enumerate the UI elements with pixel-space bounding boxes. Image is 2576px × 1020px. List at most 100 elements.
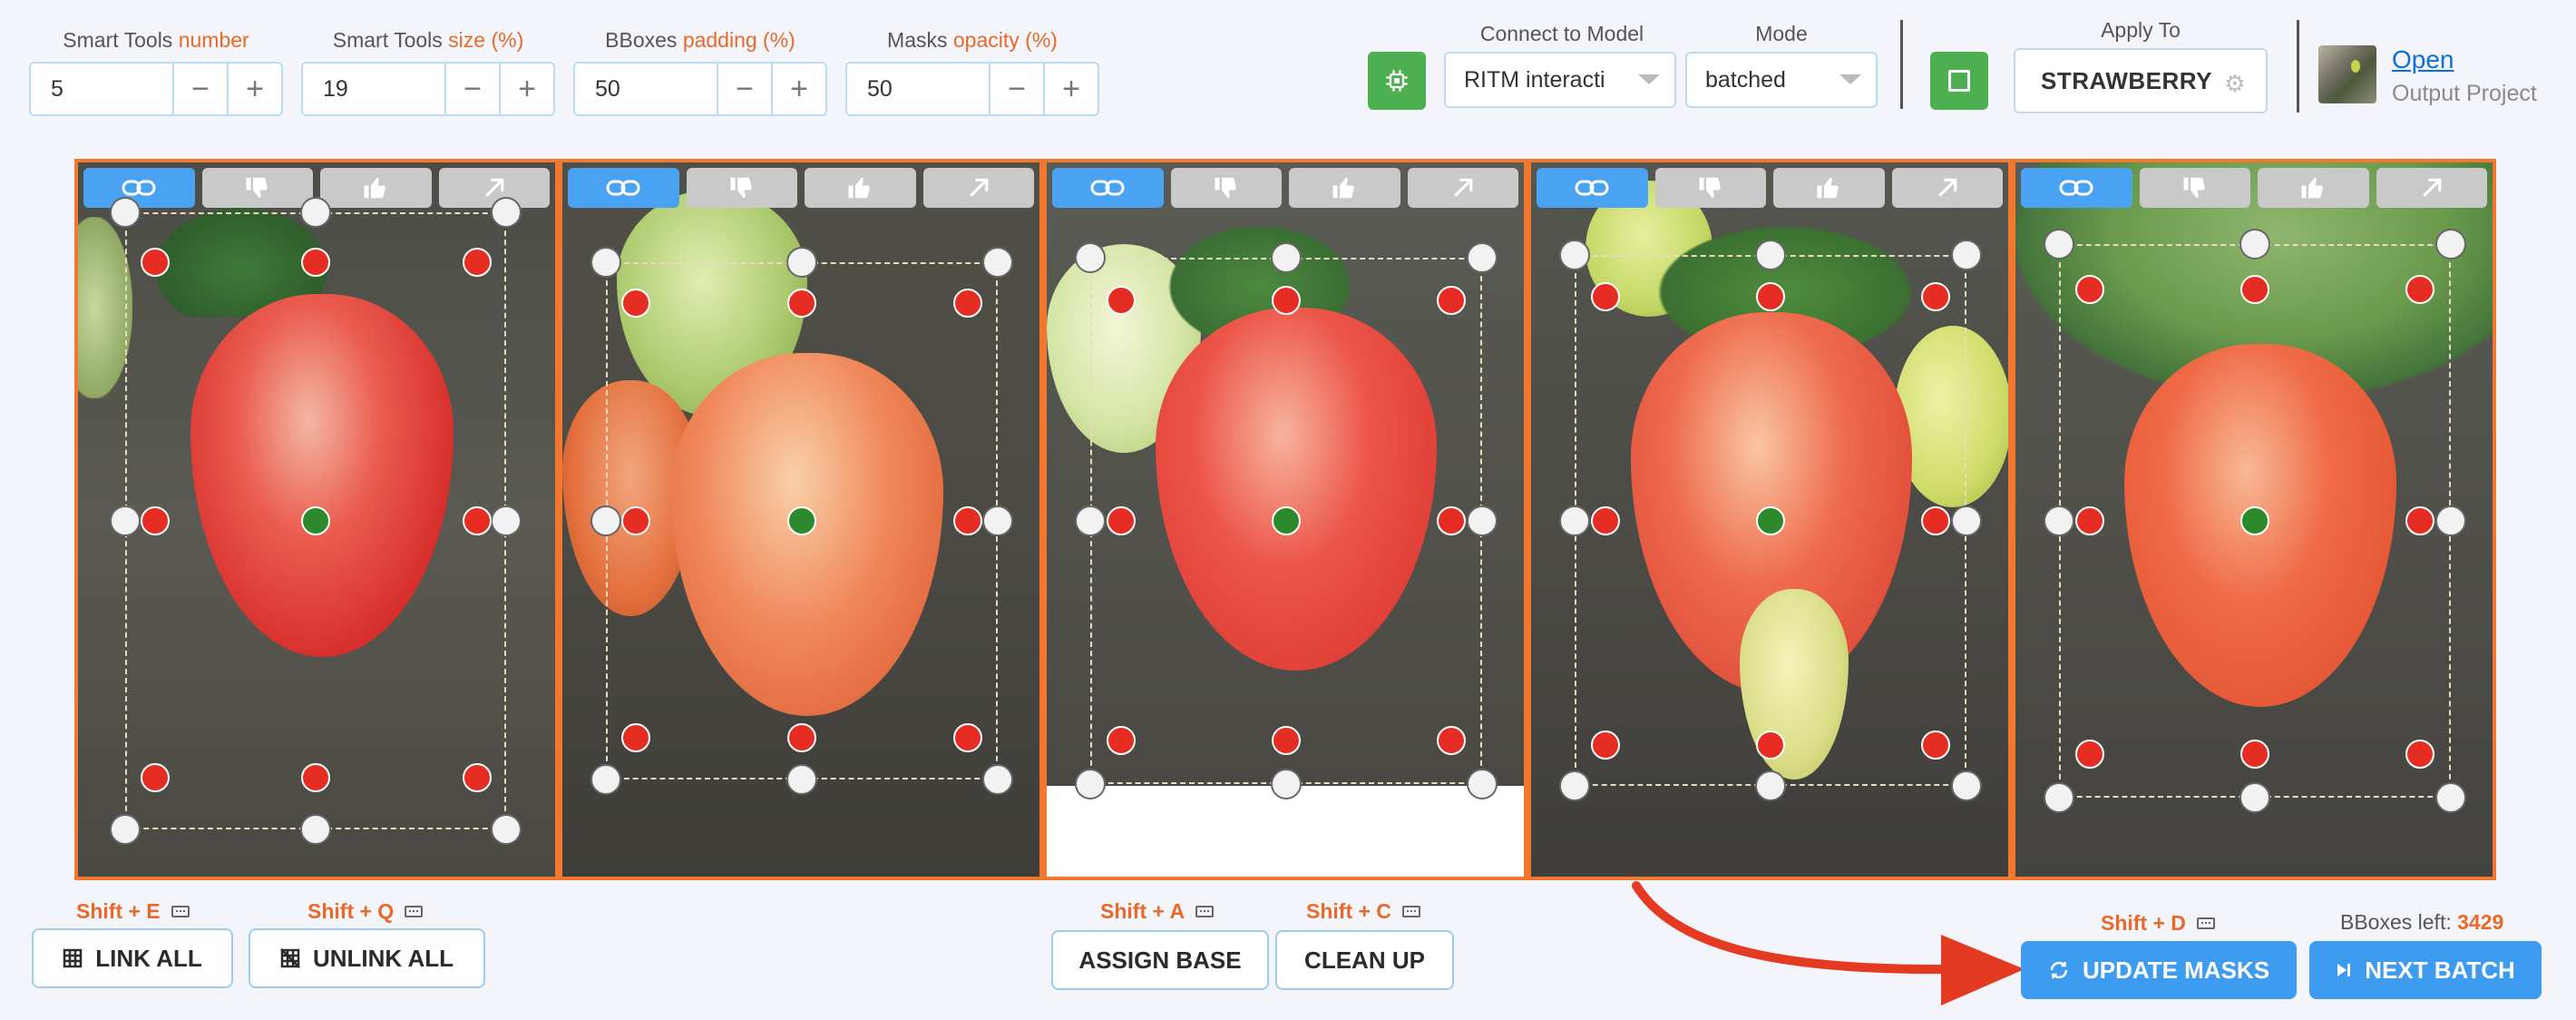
negative-point[interactable] <box>1591 282 1620 311</box>
bbox-handle[interactable] <box>1075 505 1106 536</box>
negative-point[interactable] <box>1272 286 1301 315</box>
link-all-button[interactable]: LINK ALL <box>32 928 233 988</box>
bbox-handle[interactable] <box>300 814 331 845</box>
negative-point[interactable] <box>1272 726 1301 755</box>
decrement-button[interactable]: − <box>444 64 499 114</box>
expand-button[interactable] <box>1407 168 1518 208</box>
negative-point[interactable] <box>953 289 982 318</box>
bbox-handle[interactable] <box>1075 769 1106 799</box>
negative-point[interactable] <box>1107 506 1136 535</box>
negative-point[interactable] <box>1756 282 1785 311</box>
negative-point[interactable] <box>301 763 330 792</box>
positive-point[interactable] <box>1756 506 1785 535</box>
decrement-button[interactable]: − <box>717 64 771 114</box>
bbox-handle[interactable] <box>590 764 621 795</box>
mode-select[interactable]: batched <box>1685 52 1878 108</box>
negative-point[interactable] <box>953 723 982 752</box>
negative-point[interactable] <box>621 723 650 752</box>
negative-point[interactable] <box>2405 740 2435 769</box>
image-panel[interactable] <box>562 162 1039 877</box>
bbox-handle[interactable] <box>786 764 817 795</box>
like-button[interactable] <box>2258 168 2369 208</box>
negative-point[interactable] <box>2405 275 2435 304</box>
positive-point[interactable] <box>2240 506 2269 535</box>
dislike-button[interactable] <box>1170 168 1282 208</box>
negative-point[interactable] <box>1591 731 1620 760</box>
image-panel[interactable] <box>1531 162 2008 877</box>
expand-button[interactable] <box>2376 168 2487 208</box>
dislike-button[interactable] <box>1654 168 1766 208</box>
bbox-handle[interactable] <box>110 505 141 536</box>
bbox-handle[interactable] <box>2435 229 2466 260</box>
image-panel[interactable] <box>2015 162 2493 877</box>
bbox-handle[interactable] <box>1467 769 1498 799</box>
increment-button[interactable]: + <box>771 64 825 114</box>
negative-point[interactable] <box>1921 282 1950 311</box>
negative-point[interactable] <box>787 723 816 752</box>
negative-point[interactable] <box>1921 731 1950 760</box>
negative-point[interactable] <box>463 506 492 535</box>
bbox-handle[interactable] <box>590 247 621 278</box>
model-select[interactable]: RITM interacti <box>1444 52 1676 108</box>
bbox-handle[interactable] <box>2044 505 2074 536</box>
bbox-handle[interactable] <box>1075 242 1106 273</box>
toggle-apply-button[interactable] <box>1930 52 1988 110</box>
bbox-handle[interactable] <box>110 814 141 845</box>
bbox-handle[interactable] <box>491 197 522 228</box>
bbox-handle[interactable] <box>1559 240 1590 270</box>
negative-point[interactable] <box>141 763 170 792</box>
bbox-handle[interactable] <box>1755 240 1786 270</box>
negative-point[interactable] <box>2240 275 2269 304</box>
bbox-handle[interactable] <box>2239 782 2270 813</box>
bbox-handle[interactable] <box>982 505 1013 536</box>
masks-opacity-input[interactable] <box>847 64 989 114</box>
negative-point[interactable] <box>141 506 170 535</box>
decrement-button[interactable]: − <box>989 64 1043 114</box>
bbox-handle[interactable] <box>2044 229 2074 260</box>
bbox-handle[interactable] <box>1951 505 1982 536</box>
bbox-handle[interactable] <box>110 197 141 228</box>
bbox-handle[interactable] <box>491 814 522 845</box>
open-output-project-link[interactable]: Open <box>2392 45 2454 74</box>
bbox-handle[interactable] <box>1951 240 1982 270</box>
increment-button[interactable]: + <box>1043 64 1098 114</box>
bbox-handle[interactable] <box>1271 242 1302 273</box>
like-button[interactable] <box>1773 168 1885 208</box>
like-button[interactable] <box>320 168 432 208</box>
positive-point[interactable] <box>301 506 330 535</box>
image-panel[interactable] <box>78 162 555 877</box>
negative-point[interactable] <box>301 248 330 277</box>
negative-point[interactable] <box>2240 740 2269 769</box>
next-batch-button[interactable]: NEXT BATCH <box>2309 941 2542 999</box>
negative-point[interactable] <box>621 506 650 535</box>
link-button[interactable] <box>1052 168 1164 208</box>
like-button[interactable] <box>805 168 916 208</box>
negative-point[interactable] <box>2075 506 2104 535</box>
dislike-button[interactable] <box>201 168 313 208</box>
bbox-handle[interactable] <box>2044 782 2074 813</box>
bbox-handle[interactable] <box>1467 242 1498 273</box>
bbox-handle[interactable] <box>300 197 331 228</box>
model-status-button[interactable] <box>1368 52 1426 110</box>
gear-icon[interactable]: ⚙ <box>2224 70 2246 98</box>
apply-to-class-select[interactable]: STRAWBERRY ⚙ <box>2014 48 2268 113</box>
negative-point[interactable] <box>2405 506 2435 535</box>
link-button[interactable] <box>1537 168 1648 208</box>
negative-point[interactable] <box>1921 506 1950 535</box>
image-panel[interactable] <box>1047 162 1524 877</box>
negative-point[interactable] <box>463 248 492 277</box>
bbox-handle[interactable] <box>491 505 522 536</box>
bbox-handle[interactable] <box>982 247 1013 278</box>
negative-point[interactable] <box>141 248 170 277</box>
bbox-handle[interactable] <box>982 764 1013 795</box>
negative-point[interactable] <box>621 289 650 318</box>
bbox-handle[interactable] <box>1951 770 1982 801</box>
negative-point[interactable] <box>2075 740 2104 769</box>
bbox-handle[interactable] <box>2435 505 2466 536</box>
negative-point[interactable] <box>787 289 816 318</box>
negative-point[interactable] <box>463 763 492 792</box>
negative-point[interactable] <box>2075 275 2104 304</box>
positive-point[interactable] <box>787 506 816 535</box>
bboxes-padding-input[interactable] <box>575 64 717 114</box>
bbox-handle[interactable] <box>2239 229 2270 260</box>
